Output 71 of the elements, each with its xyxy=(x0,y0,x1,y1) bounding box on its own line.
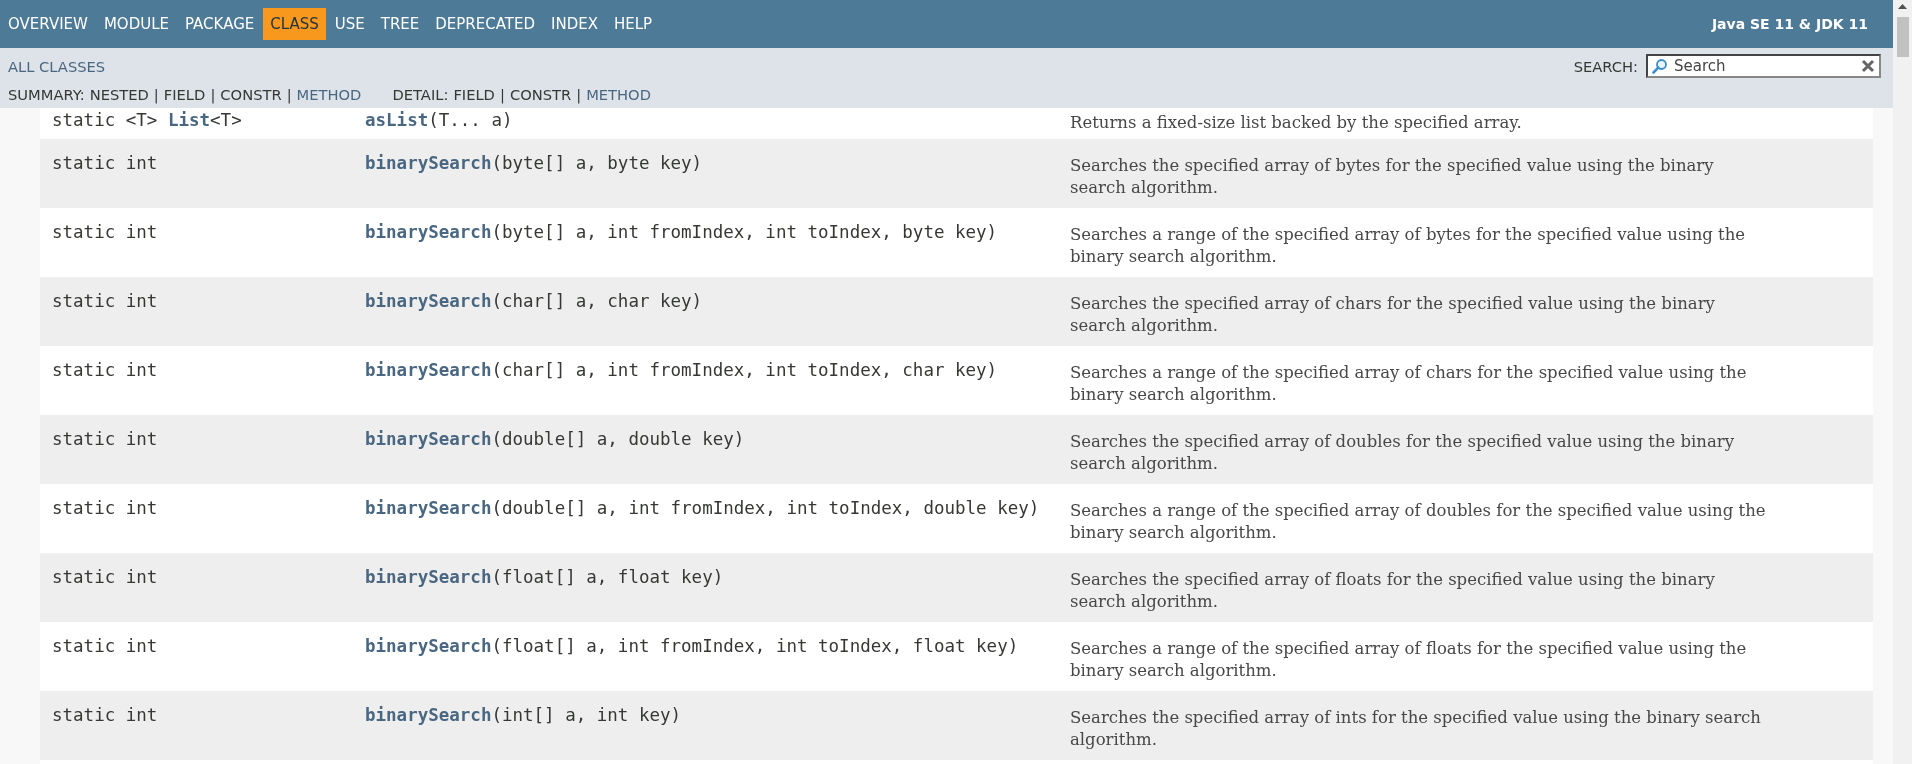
detail-text: CONSTR xyxy=(509,86,572,103)
clear-icon[interactable] xyxy=(1861,59,1875,74)
method-name-link[interactable]: binarySearch xyxy=(365,705,492,725)
method-description: Searches the specified array of chars for the specified value using the binary search algorithm. xyxy=(1070,293,1716,338)
method-signature: binarySearch(float[] a, float key) xyxy=(365,567,724,587)
all-classes-link[interactable]: ALL CLASSES xyxy=(8,58,106,75)
method-signature: binarySearch(double[] a, double key) xyxy=(365,429,745,449)
nav-link[interactable]: CLASS xyxy=(263,8,326,40)
separator: | xyxy=(576,86,582,103)
method-description: Searches a range of the specified array of bytes for the specified value using the binary search algorithm. xyxy=(1070,224,1747,269)
search-icon xyxy=(1652,58,1668,75)
nav-link[interactable]: DEPRECATED xyxy=(428,8,542,40)
method-name-link[interactable]: binarySearch xyxy=(365,360,492,380)
nav-link[interactable]: PACKAGE xyxy=(178,8,262,40)
return-type: static int xyxy=(52,291,158,311)
separator: | xyxy=(210,86,216,103)
method-name-link[interactable]: binarySearch xyxy=(365,498,492,518)
search-label: SEARCH: xyxy=(1573,58,1638,75)
search-field[interactable]: Search xyxy=(1646,54,1881,79)
scrollbar-thumb[interactable] xyxy=(1896,17,1909,57)
method-signature: binarySearch(double[] a, int fromIndex, int toIndex, double key) xyxy=(365,498,1040,518)
method-name-link[interactable]: binarySearch xyxy=(365,291,492,311)
summary-text: CONSTR xyxy=(220,86,282,103)
summary-text: FIELD xyxy=(163,86,206,103)
nav-link[interactable]: TREE xyxy=(373,8,427,40)
method-description: Searches the specified array of doubles for the specified value using the binary search algorithm. xyxy=(1070,431,1736,476)
nav-link[interactable]: OVERVIEW xyxy=(1,8,95,40)
detail-link[interactable]: METHOD xyxy=(586,86,651,103)
summary-label: SUMMARY: xyxy=(8,86,85,103)
summary-text: NESTED xyxy=(89,86,149,103)
method-name-link[interactable]: binarySearch xyxy=(365,222,492,242)
method-description: Searches a range of the specified array of doubles for the specified value using the binary search algorithm. xyxy=(1070,500,1767,545)
method-signature: binarySearch(byte[] a, int fromIndex, int toIndex, byte key) xyxy=(365,222,998,242)
nav-link[interactable]: HELP xyxy=(606,8,660,40)
separator: | xyxy=(499,86,505,103)
method-name-link[interactable]: binarySearch xyxy=(365,429,492,449)
return-type: static int xyxy=(52,222,158,242)
method-description: Searches the specified array of ints for the specified value using the binary search algorithm. xyxy=(1070,707,1762,752)
method-signature: binarySearch(char[] a, char key) xyxy=(365,291,703,311)
return-type: static int xyxy=(52,360,158,380)
method-signature: binarySearch(float[] a, int fromIndex, int toIndex, float key) xyxy=(365,636,1019,656)
return-type: static int xyxy=(52,153,158,173)
separator: | xyxy=(286,86,292,103)
method-signature: binarySearch(char[] a, int fromIndex, int toIndex, char key) xyxy=(365,360,998,380)
method-signature: binarySearch(byte[] a, byte key) xyxy=(365,153,703,173)
nav-link[interactable]: USE xyxy=(327,8,372,40)
method-name-link[interactable]: binarySearch xyxy=(365,636,492,656)
return-type: static int xyxy=(52,705,158,725)
method-name-link[interactable]: binarySearch xyxy=(365,153,492,173)
detail-label: DETAIL: xyxy=(392,86,449,103)
summary-link[interactable]: METHOD xyxy=(296,86,362,103)
detail-text: FIELD xyxy=(453,86,495,103)
nav-link[interactable]: INDEX xyxy=(544,8,605,40)
return-type: static <T> List<T> xyxy=(52,110,242,130)
nav-link[interactable]: MODULE xyxy=(96,8,176,40)
scrollbar[interactable] xyxy=(1893,0,1912,764)
method-name-link[interactable]: binarySearch xyxy=(365,567,492,587)
return-type: static int xyxy=(52,567,158,587)
doc-title: Java SE 11 & JDK 11 xyxy=(1711,16,1868,32)
method-description: Searches a range of the specified array of floats for the specified value using the binary search algorithm. xyxy=(1070,638,1748,683)
method-description: Searches the specified array of bytes for the specified value using the binary search algorithm. xyxy=(1070,155,1715,200)
method-description: Searches the specified array of floats for the specified value using the binary search algorithm. xyxy=(1070,569,1716,614)
method-signature: binarySearch(int[] a, int key) xyxy=(365,705,682,725)
method-description: Searches a range of the specified array of chars for the specified value using the binary search algorithm. xyxy=(1070,362,1748,407)
separator: | xyxy=(153,86,159,103)
return-type: static int xyxy=(52,498,158,518)
return-type: static int xyxy=(52,636,158,656)
return-type: static int xyxy=(52,429,158,449)
method-description: Returns a fixed-size list backed by the specified array. xyxy=(1070,112,1523,134)
method-signature: asList(T... a) xyxy=(365,110,513,130)
method-name-link[interactable]: asList xyxy=(365,110,429,130)
